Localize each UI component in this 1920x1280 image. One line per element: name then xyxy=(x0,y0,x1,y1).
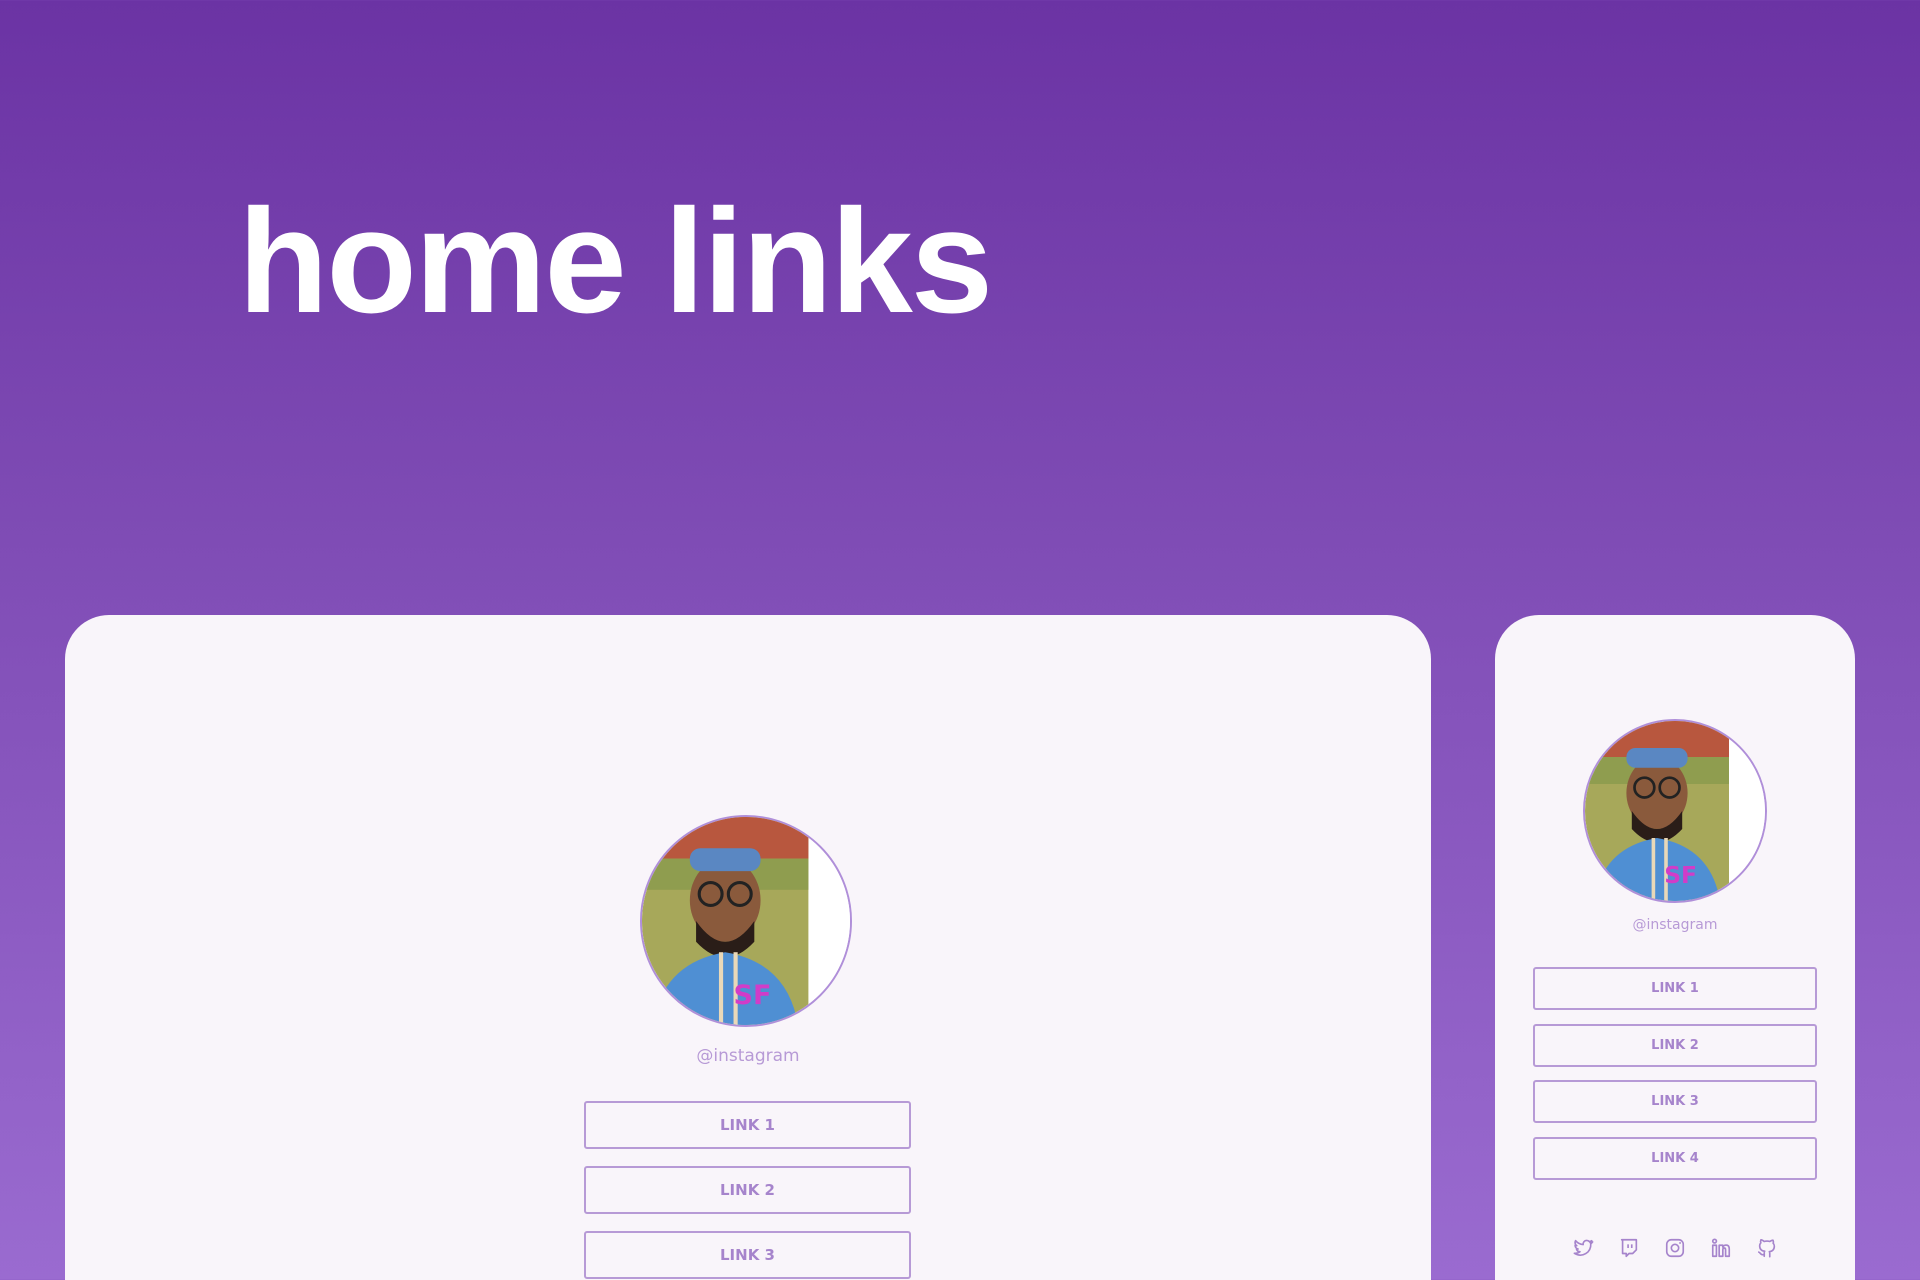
instagram-handle[interactable]: @instagram xyxy=(1495,917,1855,933)
link-button-1[interactable]: LINK 1 xyxy=(584,1101,911,1149)
page-title: home links xyxy=(238,179,993,344)
avatar: SF xyxy=(1583,719,1767,903)
twitch-icon[interactable] xyxy=(1618,1237,1640,1259)
link-button-2[interactable]: LINK 2 xyxy=(1533,1024,1817,1067)
avatar: SF xyxy=(640,815,852,1027)
github-icon[interactable] xyxy=(1756,1237,1778,1259)
profile-photo: SF xyxy=(1585,721,1765,901)
link-button-1[interactable]: LINK 1 xyxy=(1533,967,1817,1010)
linkedin-icon[interactable] xyxy=(1710,1237,1732,1259)
desktop-preview-card: SF @instagram LINK 1 LINK 2 LINK 3 xyxy=(65,615,1431,1280)
instagram-handle[interactable]: @instagram xyxy=(65,1046,1431,1066)
social-links xyxy=(1495,1237,1855,1259)
svg-text:SF: SF xyxy=(734,980,772,1011)
profile-photo: SF xyxy=(642,817,850,1025)
link-button-3[interactable]: LINK 3 xyxy=(584,1231,911,1279)
twitter-icon[interactable] xyxy=(1572,1237,1594,1259)
mobile-preview-card: SF @instagram LINK 1 LINK 2 LINK 3 LINK … xyxy=(1495,615,1855,1280)
link-button-4[interactable]: LINK 4 xyxy=(1533,1137,1817,1180)
link-button-3[interactable]: LINK 3 xyxy=(1533,1080,1817,1123)
instagram-icon[interactable] xyxy=(1664,1237,1686,1259)
link-button-2[interactable]: LINK 2 xyxy=(584,1166,911,1214)
svg-text:SF: SF xyxy=(1664,861,1697,889)
